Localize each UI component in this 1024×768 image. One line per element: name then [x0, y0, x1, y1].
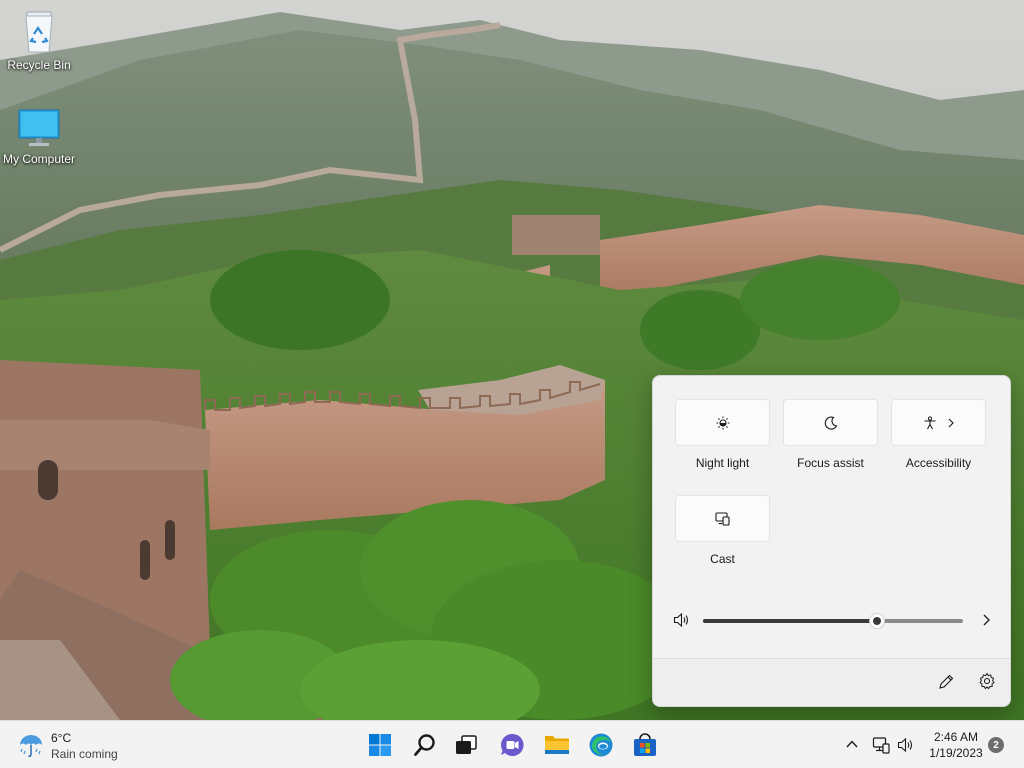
search-icon — [414, 734, 435, 756]
network-icon[interactable] — [872, 736, 890, 754]
chat-button[interactable] — [496, 729, 528, 761]
file-explorer-button[interactable] — [541, 729, 573, 761]
weather-widget[interactable]: 6°C Rain coming — [18, 729, 138, 761]
focus-assist-tile: Focus assist — [783, 399, 878, 470]
clock-time: 2:46 AM — [933, 730, 979, 744]
night-light-label: Night light — [695, 456, 750, 470]
chat-icon — [501, 733, 524, 756]
weather-temperature: 6°C — [51, 731, 72, 745]
focus-assist-label: Focus assist — [797, 456, 864, 470]
chevron-right-icon — [948, 418, 954, 427]
night-light-tile: Night light — [675, 399, 770, 470]
quick-settings-panel: Night light Focus assist Accessibility C… — [652, 375, 1011, 707]
pencil-icon[interactable] — [937, 673, 955, 691]
brightness-icon — [716, 416, 729, 429]
task-view-icon — [456, 735, 477, 754]
quick-settings-tiles: Night light Focus assist Accessibility C… — [675, 399, 991, 599]
edge-icon — [589, 733, 613, 757]
speaker-icon[interactable] — [673, 612, 691, 628]
my-computer-desktop-icon[interactable]: My Computer — [0, 108, 78, 166]
volume-slider-fill — [703, 619, 878, 623]
cast-tile: Cast — [675, 495, 770, 566]
store-button[interactable] — [629, 729, 661, 761]
edge-button[interactable] — [585, 729, 617, 761]
start-button[interactable] — [364, 729, 396, 761]
clock-date: 1/19/2023 — [929, 746, 983, 760]
chevron-right-icon[interactable] — [981, 612, 991, 628]
store-icon — [634, 733, 656, 756]
cast-icon — [714, 511, 730, 526]
accessibility-toggle[interactable] — [891, 399, 986, 446]
notification-badge[interactable]: 2 — [988, 737, 1004, 753]
recycle-bin-desktop-icon[interactable]: Recycle Bin — [0, 8, 78, 72]
night-light-toggle[interactable] — [675, 399, 770, 446]
windows-logo-icon — [369, 734, 391, 756]
volume-slider-thumb[interactable] — [869, 613, 886, 629]
weather-description: Rain coming — [51, 747, 118, 761]
search-button[interactable] — [409, 729, 441, 761]
accessibility-label: Accessibility — [905, 456, 972, 470]
speaker-icon[interactable] — [897, 736, 915, 754]
quick-settings-footer — [653, 658, 1010, 706]
gear-icon[interactable] — [978, 672, 996, 690]
accessibility-tile: Accessibility — [891, 399, 986, 470]
folder-icon — [545, 736, 569, 754]
umbrella-icon — [20, 735, 42, 757]
accessibility-icon — [924, 415, 935, 429]
monitor-icon — [18, 109, 60, 146]
clock[interactable]: 2:46 AM 1/19/2023 — [922, 729, 990, 761]
recycle-bin-icon — [25, 11, 53, 53]
chevron-up-icon[interactable] — [845, 737, 859, 751]
cast-toggle[interactable] — [675, 495, 770, 542]
focus-assist-toggle[interactable] — [783, 399, 878, 446]
volume-row — [673, 609, 995, 633]
taskbar: 6°C Rain coming 2:46 AM 1/19/2023 2 — [0, 720, 1024, 768]
recycle-bin-label: Recycle Bin — [7, 58, 71, 72]
task-view-button[interactable] — [450, 729, 482, 761]
my-computer-label: My Computer — [2, 152, 76, 166]
cast-label: Cast — [710, 552, 735, 566]
volume-slider[interactable] — [703, 613, 963, 629]
moon-icon — [824, 416, 837, 430]
